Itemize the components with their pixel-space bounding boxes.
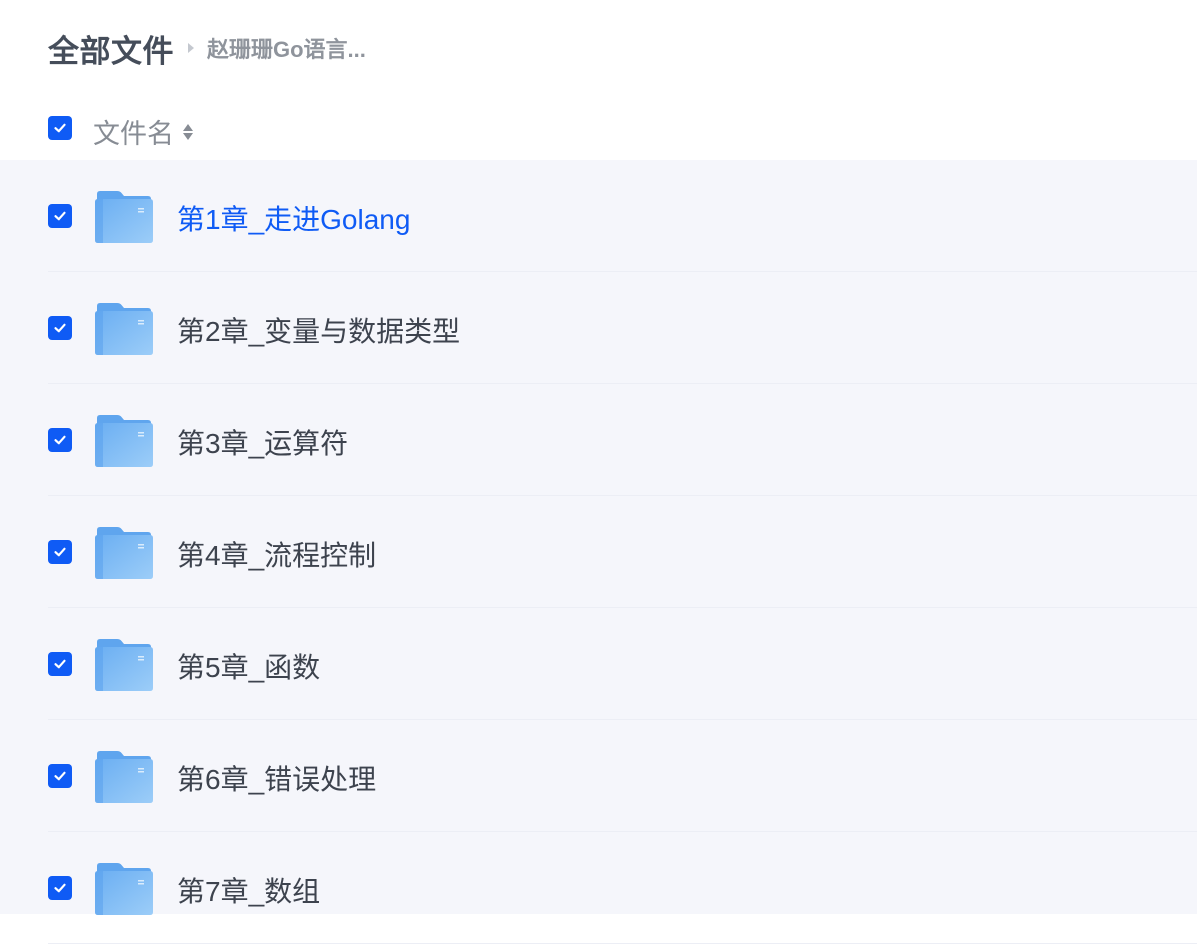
column-header-filename[interactable]: 文件名	[93, 112, 193, 151]
check-icon	[54, 435, 66, 445]
file-row[interactable]: 第7章_数组	[0, 832, 1197, 944]
file-list-header: 文件名	[0, 100, 1197, 156]
sort-icon[interactable]	[183, 123, 193, 140]
breadcrumb-separator-icon	[188, 43, 194, 53]
file-name[interactable]: 第2章_变量与数据类型	[177, 310, 460, 350]
file-name[interactable]: 第3章_运算符	[177, 422, 348, 462]
file-row[interactable]: 第1章_走进Golang	[0, 160, 1197, 272]
folder-icon	[95, 191, 153, 243]
file-row[interactable]: 第2章_变量与数据类型	[0, 272, 1197, 384]
row-checkbox[interactable]	[48, 652, 72, 676]
check-icon	[54, 659, 66, 669]
row-checkbox[interactable]	[48, 204, 72, 228]
file-row[interactable]: 第3章_运算符	[0, 384, 1197, 496]
file-name[interactable]: 第1章_走进Golang	[177, 198, 410, 238]
row-checkbox[interactable]	[48, 876, 72, 900]
column-header-label: 文件名	[93, 119, 174, 149]
file-name[interactable]: 第6章_错误处理	[177, 758, 376, 798]
file-row[interactable]: 第5章_函数	[0, 608, 1197, 720]
file-row[interactable]: 第6章_错误处理	[0, 720, 1197, 832]
file-name[interactable]: 第4章_流程控制	[177, 534, 376, 574]
folder-icon	[95, 527, 153, 579]
folder-icon	[95, 303, 153, 355]
select-all-checkbox[interactable]	[48, 116, 72, 140]
row-checkbox[interactable]	[48, 428, 72, 452]
top-bar: 全部文件 赵珊珊Go语言...	[0, 0, 1197, 96]
check-icon	[54, 771, 66, 781]
folder-icon	[95, 863, 153, 915]
file-row[interactable]: 第4章_流程控制	[0, 496, 1197, 608]
breadcrumb: 全部文件 赵珊珊Go语言...	[48, 26, 366, 71]
row-checkbox[interactable]	[48, 764, 72, 788]
breadcrumb-root[interactable]: 全部文件	[48, 26, 174, 71]
folder-icon	[95, 639, 153, 691]
row-checkbox[interactable]	[48, 540, 72, 564]
check-icon	[54, 883, 66, 893]
check-icon	[54, 547, 66, 557]
folder-icon	[95, 751, 153, 803]
file-name[interactable]: 第5章_函数	[177, 646, 320, 686]
check-icon	[54, 211, 66, 221]
row-checkbox[interactable]	[48, 316, 72, 340]
folder-icon	[95, 415, 153, 467]
check-icon	[54, 123, 66, 133]
file-name[interactable]: 第7章_数组	[177, 870, 320, 910]
check-icon	[54, 323, 66, 333]
breadcrumb-current[interactable]: 赵珊珊Go语言...	[207, 32, 366, 64]
file-list: 第1章_走进Golang 第2章_变量与数据类型 第3章_运算符 第4章_流程控…	[0, 160, 1197, 944]
